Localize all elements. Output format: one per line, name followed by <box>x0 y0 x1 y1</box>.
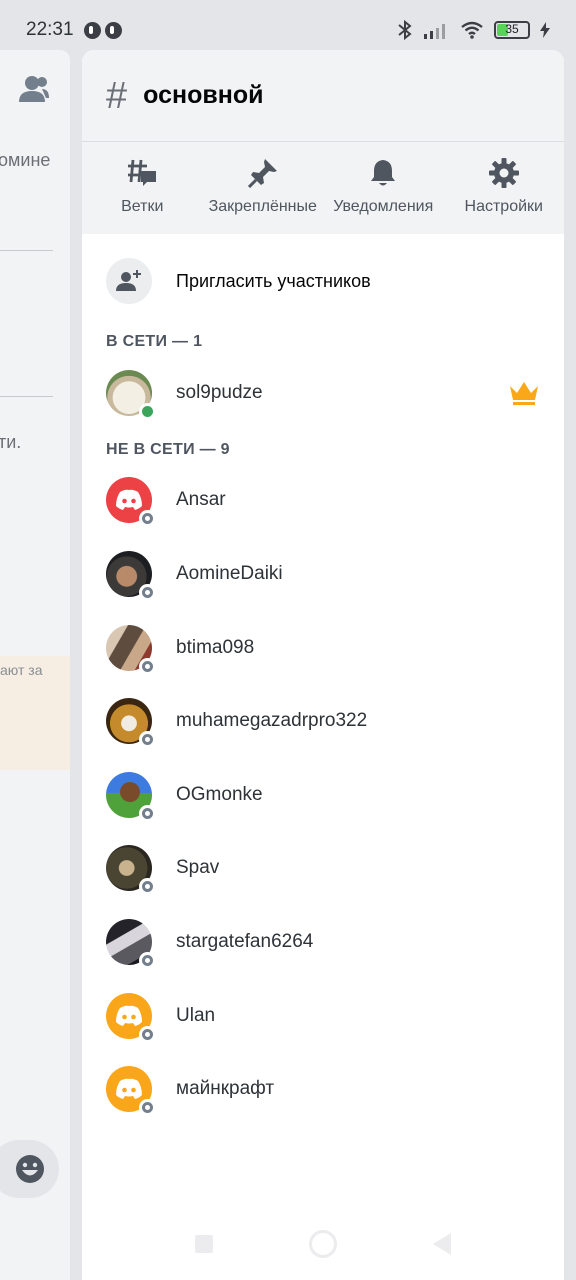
member-row[interactable]: Ulan <box>82 979 564 1053</box>
emoji-button[interactable] <box>0 1140 59 1198</box>
recent-apps-button[interactable] <box>195 1235 213 1253</box>
offline-status-icon <box>139 583 156 601</box>
channel-header: # основной <box>82 50 564 142</box>
member-row[interactable]: Ansar <box>82 464 564 538</box>
member-name: майнкрафт <box>176 1078 275 1100</box>
member-name: OGmonke <box>176 783 263 805</box>
avatar <box>106 918 156 969</box>
threads-button[interactable]: Ветки <box>82 142 203 234</box>
member-name: Spav <box>176 857 220 879</box>
add-user-icon <box>116 270 141 291</box>
notification-icon <box>83 21 101 39</box>
member-row[interactable]: stargatefan6264 <box>82 905 564 979</box>
member-name: sol9pudze <box>176 381 263 403</box>
notice-banner: ают за <box>0 656 70 770</box>
threads-icon <box>128 159 157 186</box>
avatar <box>106 550 156 601</box>
settings-label: Настройки <box>464 198 543 215</box>
avatar <box>106 771 156 822</box>
channel-chat-pane[interactable]: омине ти. ают за <box>0 50 70 1280</box>
offline-status-icon <box>139 951 156 969</box>
charging-icon <box>540 22 550 38</box>
offline-section-header: НЕ В СЕТИ — 9 <box>106 440 230 458</box>
avatar <box>106 477 156 528</box>
wifi-icon <box>461 21 483 39</box>
settings-button[interactable]: Настройки <box>444 142 565 234</box>
member-name: btima098 <box>176 636 255 658</box>
notifications-button[interactable]: Уведомления <box>323 142 444 234</box>
member-row[interactable]: OGmonke <box>82 758 564 832</box>
threads-label: Ветки <box>121 198 164 215</box>
channel-details-panel: # основной Ветки Закреплённые Уведомлени… <box>82 50 564 1280</box>
chat-text-fragment: ти. <box>0 432 22 452</box>
crown-icon <box>510 382 538 405</box>
notifications-label: Уведомления <box>333 198 434 215</box>
avatar <box>106 624 156 675</box>
system-nav-bar <box>82 1208 564 1280</box>
discord-logo-icon <box>116 1078 142 1100</box>
channel-title: основной <box>143 81 264 109</box>
member-row[interactable]: Spav <box>82 832 564 906</box>
offline-status-icon <box>139 1025 156 1043</box>
members-icon[interactable] <box>18 74 50 104</box>
member-name: Ansar <box>176 489 226 511</box>
pins-button[interactable]: Закреплённые <box>203 142 324 234</box>
pin-icon <box>247 159 277 188</box>
chat-text-fragment: омине <box>0 150 51 170</box>
avatar <box>106 845 156 896</box>
member-name: Ulan <box>176 1004 216 1026</box>
hash-icon: # <box>106 74 128 117</box>
member-name: stargatefan6264 <box>176 930 314 952</box>
signal-icon <box>424 24 445 39</box>
gear-icon <box>488 158 519 188</box>
discord-logo-icon <box>116 1005 142 1026</box>
discord-logo-icon <box>116 490 142 511</box>
member-name: AomineDaiki <box>176 562 283 584</box>
divider <box>0 396 53 397</box>
member-row[interactable]: muhamegazadrpro322 <box>82 684 564 758</box>
invite-members-button[interactable]: Пригласить участников <box>82 234 564 328</box>
channel-toolbar: Ветки Закреплённые Уведомления Настройки <box>82 142 564 234</box>
status-time: 22:31 <box>26 19 74 40</box>
offline-status-icon <box>139 731 156 749</box>
offline-status-icon <box>139 1099 156 1117</box>
avatar <box>106 698 156 749</box>
offline-status-icon <box>139 804 156 822</box>
offline-status-icon <box>139 510 156 528</box>
invite-label: Пригласить участников <box>176 270 371 291</box>
online-status-icon <box>139 402 156 420</box>
member-row[interactable]: sol9pudze <box>82 356 564 430</box>
avatar <box>106 992 156 1043</box>
bluetooth-icon <box>398 19 412 41</box>
avatar <box>106 1066 156 1117</box>
bell-icon <box>371 160 396 186</box>
member-name: muhamegazadrpro322 <box>176 710 368 732</box>
notice-text-fragment: ают за <box>0 662 43 678</box>
pins-label: Закреплённые <box>208 198 317 215</box>
emoji-icon <box>16 1155 44 1183</box>
battery-icon: 35 <box>494 21 530 39</box>
member-row[interactable]: btima098 <box>82 611 564 685</box>
home-button[interactable] <box>309 1230 337 1258</box>
invite-icon-circle <box>106 258 152 304</box>
online-section-header: В СЕТИ — 1 <box>106 333 203 350</box>
offline-status-icon <box>139 878 156 896</box>
member-row[interactable]: майнкрафт <box>82 1052 564 1126</box>
avatar <box>106 369 156 420</box>
battery-level: 35 <box>505 22 519 36</box>
notification-icon <box>104 21 122 39</box>
offline-status-icon <box>139 657 156 675</box>
member-row[interactable]: AomineDaiki <box>82 537 564 611</box>
divider <box>0 250 53 251</box>
back-button[interactable] <box>433 1233 451 1255</box>
